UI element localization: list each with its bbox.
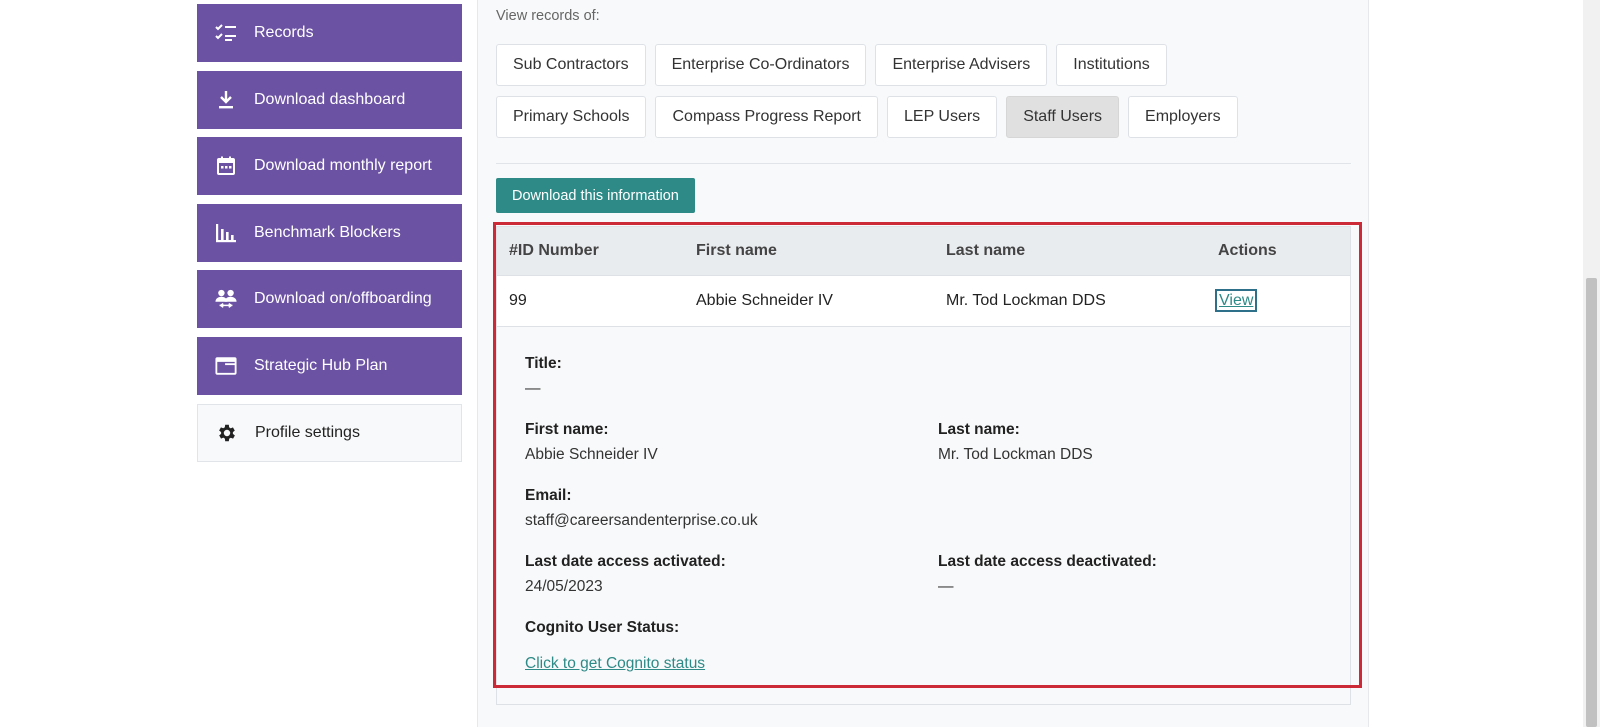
detail-value: 24/05/2023	[525, 578, 603, 595]
header-id-number: #ID Number	[509, 242, 599, 259]
detail-cognito-status: Cognito User Status: Click to get Cognit…	[525, 619, 705, 673]
checklist-icon	[215, 22, 237, 44]
gear-icon	[216, 422, 238, 444]
calendar-icon	[215, 155, 237, 177]
sidebar-item-benchmark-blockers[interactable]: Benchmark Blockers	[197, 203, 462, 262]
filter-institutions[interactable]: Institutions	[1056, 44, 1167, 86]
detail-last-date-activated: Last date access activated: 24/05/2023	[525, 553, 726, 596]
detail-label: First name:	[525, 421, 609, 438]
detail-value: Abbie Schneider IV	[525, 446, 658, 463]
staff-users-table: #ID Number First name Last name Actions …	[496, 226, 1351, 705]
detail-last-name: Last name: Mr. Tod Lockman DDS	[938, 421, 1093, 464]
sidebar-item-download-dashboard[interactable]: Download dashboard	[197, 70, 462, 129]
detail-label: Last date access activated:	[525, 553, 726, 570]
detail-label: Last name:	[938, 421, 1020, 438]
detail-last-date-deactivated: Last date access deactivated: —	[938, 553, 1157, 596]
sidebar-nav: Records Download dashboard Download mont…	[197, 4, 462, 470]
filter-row: Primary Schools Compass Progress Report …	[496, 96, 1247, 138]
sidebar-item-label: Download dashboard	[254, 90, 406, 108]
scrollbar-thumb[interactable]	[1586, 278, 1597, 727]
detail-label: Title:	[525, 355, 562, 372]
detail-label: Email:	[525, 487, 572, 504]
detail-value: —	[938, 578, 954, 595]
sidebar-item-download-onoffboarding[interactable]: Download on/offboarding	[197, 270, 462, 329]
filter-row: Sub Contractors Enterprise Co-Ordinators…	[496, 44, 1176, 86]
records-panel: View records of: Sub Contractors Enterpr…	[477, 0, 1369, 727]
header-last-name: Last name	[946, 242, 1026, 259]
cell-first-name: Abbie Schneider IV	[696, 292, 833, 309]
sidebar-item-download-monthly-report[interactable]: Download monthly report	[197, 137, 462, 196]
header-actions: Actions	[1218, 242, 1277, 259]
people-icon	[215, 288, 237, 310]
header-first-name: First name	[696, 242, 777, 259]
table-row: 99 Abbie Schneider IV Mr. Tod Lockman DD…	[497, 276, 1350, 327]
sidebar-item-label: Download monthly report	[254, 157, 432, 175]
sidebar-item-strategic-hub-plan[interactable]: Strategic Hub Plan	[197, 336, 462, 395]
window-icon	[215, 355, 237, 377]
table-header: #ID Number First name Last name Actions	[497, 227, 1350, 276]
download-information-button[interactable]: Download this information	[496, 178, 695, 213]
detail-value: staff@careersandenterprise.co.uk	[525, 512, 758, 529]
cell-last-name: Mr. Tod Lockman DDS	[946, 292, 1106, 309]
filter-enterprise-co-ordinators[interactable]: Enterprise Co-Ordinators	[654, 44, 867, 86]
sidebar-item-label: Benchmark Blockers	[254, 223, 401, 241]
sidebar-item-label: Profile settings	[255, 423, 360, 441]
user-details-panel: Title: — First name: Abbie Schneider IV …	[497, 327, 1350, 704]
cell-id: 99	[509, 292, 527, 309]
detail-title: Title: —	[525, 355, 562, 398]
filter-lep-users[interactable]: LEP Users	[887, 96, 998, 138]
sidebar-item-label: Records	[254, 24, 314, 41]
view-records-label: View records of:	[496, 8, 600, 24]
sidebar-item-profile-settings[interactable]: Profile settings	[197, 403, 462, 462]
sidebar-item-records[interactable]: Records	[197, 4, 462, 62]
filter-primary-schools[interactable]: Primary Schools	[496, 96, 647, 138]
detail-label: Last date access deactivated:	[938, 553, 1157, 570]
sidebar-item-label: Download on/offboarding	[254, 290, 432, 308]
detail-value: —	[525, 380, 541, 397]
view-link[interactable]: View	[1214, 289, 1258, 312]
filter-employers[interactable]: Employers	[1128, 96, 1238, 138]
download-icon	[215, 89, 237, 111]
detail-value: Mr. Tod Lockman DDS	[938, 446, 1093, 463]
detail-email: Email: staff@careersandenterprise.co.uk	[525, 487, 758, 530]
detail-label: Cognito User Status:	[525, 619, 680, 636]
filter-enterprise-advisers[interactable]: Enterprise Advisers	[875, 44, 1048, 86]
filter-sub-contractors[interactable]: Sub Contractors	[496, 44, 646, 86]
cognito-status-link[interactable]: Click to get Cognito status	[525, 655, 705, 672]
filter-staff-users[interactable]: Staff Users	[1006, 96, 1120, 138]
section-divider	[496, 163, 1351, 164]
sidebar-item-label: Strategic Hub Plan	[254, 356, 388, 374]
bar-chart-icon	[215, 222, 237, 244]
detail-first-name: First name: Abbie Schneider IV	[525, 421, 658, 464]
filter-compass-progress-report[interactable]: Compass Progress Report	[655, 96, 878, 138]
